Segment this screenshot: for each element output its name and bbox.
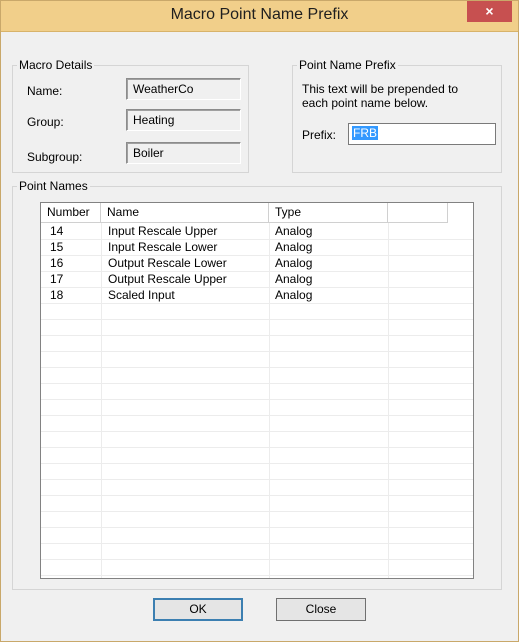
cell-name: Input Rescale Lower — [108, 240, 218, 254]
cell-number: 16 — [50, 256, 64, 270]
grid-row-line — [41, 303, 473, 304]
grid-row-line — [41, 415, 473, 416]
cell-type: Analog — [275, 288, 313, 302]
column-header-name[interactable]: Name — [101, 203, 269, 222]
grid-row-line — [41, 447, 473, 448]
prefix-label: Prefix: — [302, 128, 337, 142]
cell-number: 15 — [50, 240, 64, 254]
grid-row-line — [41, 463, 473, 464]
group-field: Heating — [126, 109, 241, 131]
grid-row-line — [41, 559, 473, 560]
grid-row-line — [41, 367, 473, 368]
grid-row-line — [41, 319, 473, 320]
cell-name: Scaled Input — [108, 288, 175, 302]
cell-number: 14 — [50, 224, 64, 238]
grid-row-line — [41, 383, 473, 384]
window-title: Macro Point Name Prefix — [170, 6, 349, 23]
grid-row-line — [41, 431, 473, 432]
cell-number: 17 — [50, 272, 64, 286]
point-names-legend: Point Names — [19, 179, 88, 193]
table-row[interactable]: 18 Scaled Input Analog — [41, 287, 473, 303]
prefix-description-line2: each point name below. — [302, 96, 429, 110]
dialog-client-area: Macro Details Name: WeatherCo Group: Hea… — [8, 32, 511, 635]
macro-details-legend: Macro Details — [19, 58, 93, 72]
cell-number: 18 — [50, 288, 64, 302]
grid-row-line — [41, 543, 473, 544]
column-header-type[interactable]: Type — [269, 203, 388, 222]
table-row[interactable]: 14 Input Rescale Upper Analog — [41, 223, 473, 239]
list-rows: 14 Input Rescale Upper Analog 15 Input R… — [41, 223, 473, 303]
name-label: Name: — [27, 84, 63, 98]
table-row[interactable]: 16 Output Rescale Lower Analog — [41, 255, 473, 271]
cell-type: Analog — [275, 240, 313, 254]
cell-name: Output Rescale Lower — [108, 256, 227, 270]
grid-row-line — [41, 575, 473, 576]
close-window-icon[interactable]: × — [467, 1, 512, 22]
list-header: Number Name Type — [41, 203, 448, 223]
point-name-prefix-group: Point Name Prefix — [292, 58, 502, 173]
grid-row-line — [41, 527, 473, 528]
table-row[interactable]: 15 Input Rescale Lower Analog — [41, 239, 473, 255]
prefix-description-line1: This text will be prepended to — [302, 82, 459, 96]
dialog-window: Macro Point Name Prefix × Macro Details … — [0, 0, 519, 642]
grid-row-line — [41, 511, 473, 512]
grid-row-line — [41, 479, 473, 480]
point-names-list[interactable]: Number Name Type 14 Input Rescale Upper … — [40, 202, 474, 579]
cell-type: Analog — [275, 272, 313, 286]
subgroup-label: Subgroup: — [27, 150, 83, 164]
table-row[interactable]: 17 Output Rescale Upper Analog — [41, 271, 473, 287]
group-label: Group: — [27, 115, 64, 129]
grid-row-line — [41, 399, 473, 400]
grid-row-line — [41, 335, 473, 336]
name-field: WeatherCo — [126, 78, 241, 100]
grid-row-line — [41, 495, 473, 496]
column-header-empty[interactable] — [388, 203, 448, 222]
cell-type: Analog — [275, 224, 313, 238]
title-bar[interactable]: Macro Point Name Prefix × — [1, 1, 518, 32]
point-name-prefix-legend: Point Name Prefix — [299, 58, 396, 72]
cell-type: Analog — [275, 256, 313, 270]
grid-row-line — [41, 351, 473, 352]
cell-name: Output Rescale Upper — [108, 272, 227, 286]
close-button[interactable]: Close — [276, 598, 366, 621]
cell-name: Input Rescale Upper — [108, 224, 218, 238]
prefix-input-value: FRB — [352, 126, 378, 140]
subgroup-field: Boiler — [126, 142, 241, 164]
ok-button[interactable]: OK — [153, 598, 243, 621]
column-header-number[interactable]: Number — [41, 203, 101, 222]
prefix-input[interactable]: FRB — [348, 123, 496, 145]
